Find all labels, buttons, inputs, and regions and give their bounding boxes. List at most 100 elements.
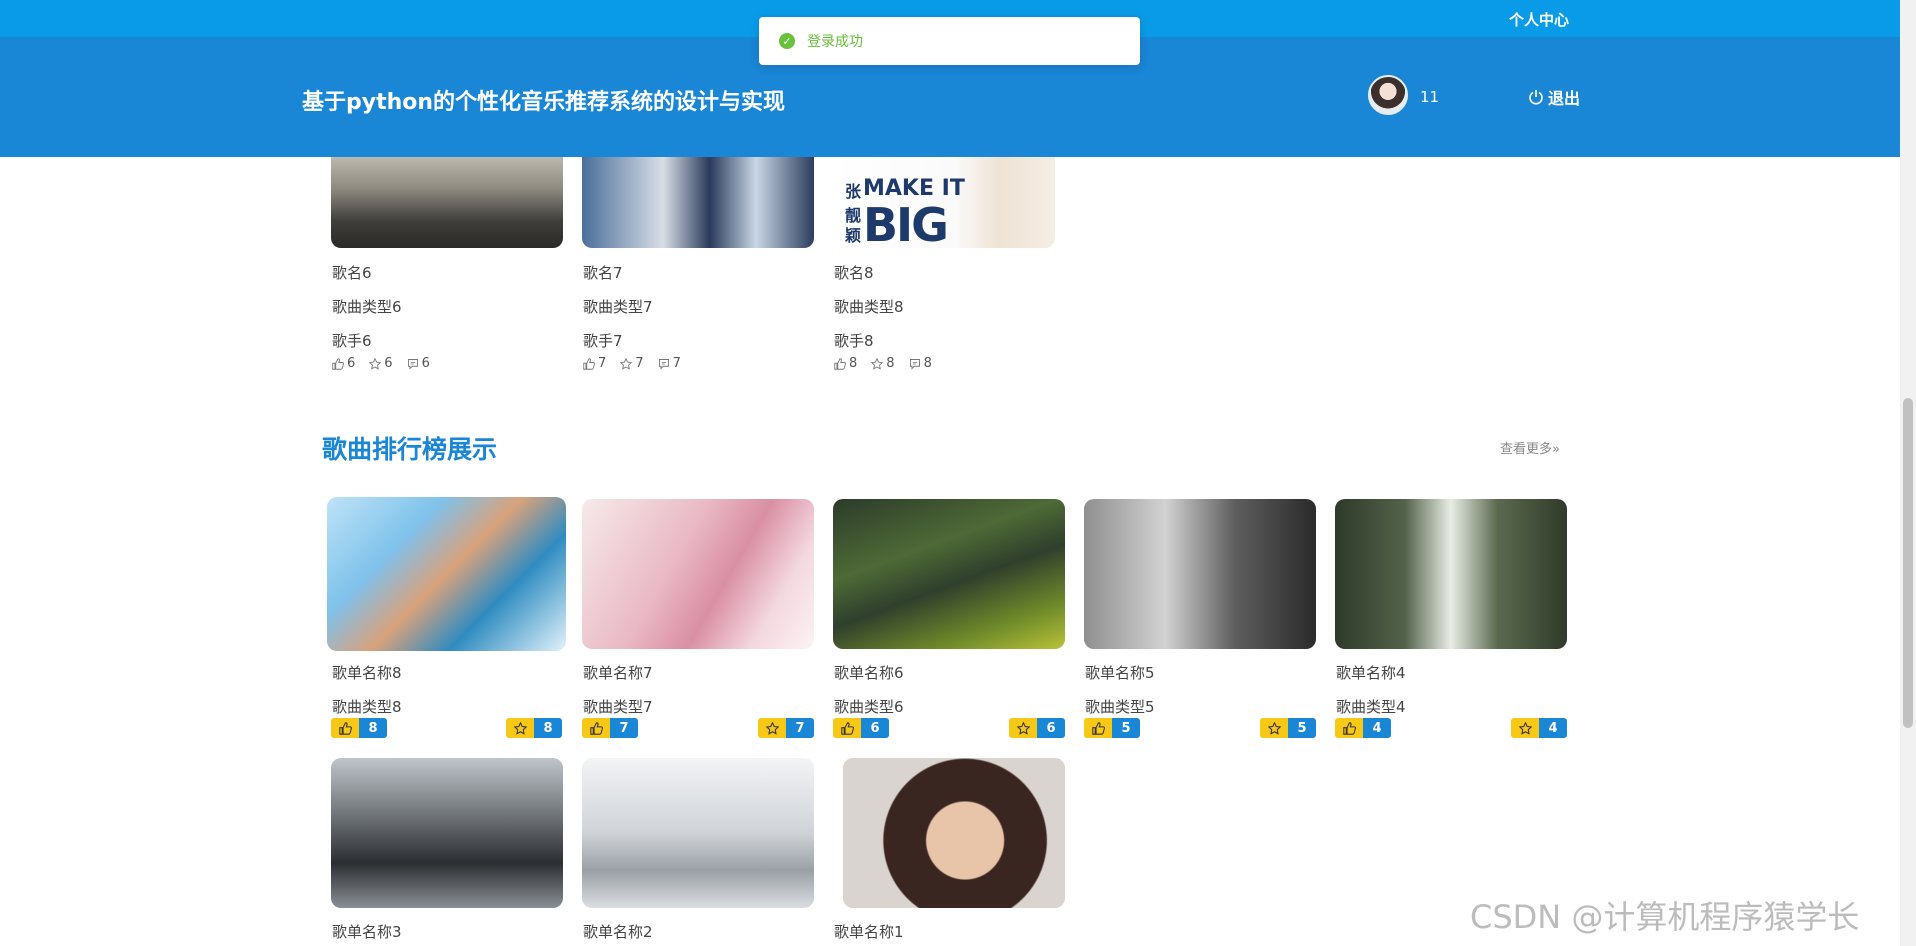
playlist-name[interactable]: 歌单名称1: [834, 921, 904, 942]
playlist-name[interactable]: 歌单名称8: [332, 662, 402, 683]
toast-message: 登录成功: [807, 34, 863, 50]
favorite-count: 6: [1037, 718, 1065, 738]
playlist-cover[interactable]: [327, 497, 566, 651]
success-toast: ✓ 登录成功: [759, 17, 1140, 65]
favorite-badge[interactable]: 7: [758, 718, 814, 738]
like-count: 7: [598, 356, 607, 371]
like-count: 7: [610, 718, 638, 738]
song-name[interactable]: 歌名7: [583, 262, 623, 283]
song-singer: 歌手6: [332, 332, 372, 350]
like-badge[interactable]: 6: [833, 718, 889, 738]
favorite-count: 8: [534, 718, 562, 738]
favorite-count: 4: [1539, 718, 1567, 738]
song-singer: 歌手8: [834, 332, 874, 350]
comment-count: 6: [421, 356, 430, 371]
favorite-badge[interactable]: 6: [1009, 718, 1065, 738]
like-badge[interactable]: 4: [1335, 718, 1391, 738]
star-icon: [369, 357, 382, 370]
playlist-name[interactable]: 歌单名称3: [332, 921, 402, 942]
playlist-cover[interactable]: [582, 758, 814, 908]
playlist-name[interactable]: 歌单名称2: [583, 921, 653, 942]
favorite-badge[interactable]: 5: [1260, 718, 1316, 738]
comment-count: 8: [923, 356, 932, 371]
playlist-name[interactable]: 歌单名称4: [1336, 662, 1406, 683]
playlist-cover[interactable]: [1335, 499, 1567, 649]
see-more-link[interactable]: 查看更多»: [1500, 438, 1560, 457]
like-badge[interactable]: 8: [331, 718, 387, 738]
favorite-badge[interactable]: 8: [506, 718, 562, 738]
like-badge[interactable]: 5: [1084, 718, 1140, 738]
like-count: 8: [849, 356, 858, 371]
star-icon: [1518, 721, 1532, 735]
playlist-cover[interactable]: [1084, 499, 1316, 649]
comment-count: 7: [672, 356, 681, 371]
power-icon: [1529, 90, 1543, 105]
comment-icon: [407, 358, 418, 370]
username[interactable]: 11: [1420, 88, 1439, 106]
song-type: 歌曲类型8: [834, 298, 904, 316]
cover-text: BIG: [863, 198, 949, 248]
thumb-up-icon: [332, 357, 344, 370]
cover-text: 颖: [845, 226, 862, 245]
thumb-up-icon: [1342, 721, 1356, 735]
section-title: 歌曲排行榜展示: [322, 435, 498, 464]
playlist-cover[interactable]: [582, 499, 814, 649]
logout-label: 退出: [1548, 89, 1581, 108]
playlist-type: 歌曲类型4: [1336, 698, 1406, 716]
watermark: CSDN @计算机程序猿学长: [1470, 898, 1860, 936]
playlist-type: 歌曲类型8: [332, 698, 402, 716]
favorite-stat[interactable]: 8: [871, 356, 895, 371]
avatar[interactable]: [1368, 75, 1408, 115]
comment-stat[interactable]: 6: [407, 356, 430, 371]
playlist-type: 歌曲类型6: [834, 698, 904, 716]
song-type: 歌曲类型6: [332, 298, 402, 316]
like-stat[interactable]: 8: [834, 356, 857, 371]
thumb-up-icon: [583, 357, 595, 370]
playlist-cover[interactable]: [843, 758, 1065, 908]
song-type: 歌曲类型7: [583, 298, 653, 316]
favorite-count: 7: [635, 356, 644, 371]
favorite-count: 8: [886, 356, 895, 371]
song-singer: 歌手7: [583, 332, 623, 350]
playlist-name[interactable]: 歌单名称5: [1085, 662, 1155, 683]
song-name[interactable]: 歌名6: [332, 262, 372, 283]
playlist-cover[interactable]: [833, 499, 1065, 649]
thumb-up-icon: [589, 721, 603, 735]
like-stat[interactable]: 7: [583, 356, 606, 371]
thumb-up-icon: [834, 357, 846, 370]
like-count: 6: [347, 356, 356, 371]
comment-stat[interactable]: 7: [658, 356, 681, 371]
star-icon: [1016, 721, 1030, 735]
personal-center-link[interactable]: 个人中心: [1509, 9, 1569, 30]
star-icon: [1267, 721, 1281, 735]
favorite-count: 6: [384, 356, 393, 371]
like-stat[interactable]: 6: [332, 356, 355, 371]
star-icon: [871, 357, 884, 370]
playlist-name[interactable]: 歌单名称7: [583, 662, 653, 683]
thumb-up-icon: [840, 721, 854, 735]
favorite-count: 7: [786, 718, 814, 738]
like-badge[interactable]: 7: [582, 718, 638, 738]
like-count: 6: [861, 718, 889, 738]
comment-stat[interactable]: 8: [909, 356, 932, 371]
playlist-name[interactable]: 歌单名称6: [834, 662, 904, 683]
scrollbar-thumb[interactable]: [1903, 398, 1913, 728]
logout-button[interactable]: 退出: [1528, 85, 1580, 109]
playlist-type: 歌曲类型7: [583, 698, 653, 716]
favorite-stat[interactable]: 6: [369, 356, 393, 371]
star-icon: [513, 721, 527, 735]
like-count: 8: [359, 718, 387, 738]
song-name[interactable]: 歌名8: [834, 262, 874, 283]
thumb-up-icon: [338, 721, 352, 735]
check-circle-icon: ✓: [779, 33, 795, 49]
star-icon: [765, 721, 779, 735]
like-count: 4: [1363, 718, 1391, 738]
site-title: 基于python的个性化音乐推荐系统的设计与实现: [302, 90, 786, 115]
comment-icon: [658, 358, 669, 370]
playlist-cover[interactable]: [331, 758, 563, 908]
favorite-count: 5: [1288, 718, 1316, 738]
thumb-up-icon: [1091, 721, 1105, 735]
favorite-badge[interactable]: 4: [1511, 718, 1567, 738]
like-count: 5: [1112, 718, 1140, 738]
favorite-stat[interactable]: 7: [620, 356, 644, 371]
